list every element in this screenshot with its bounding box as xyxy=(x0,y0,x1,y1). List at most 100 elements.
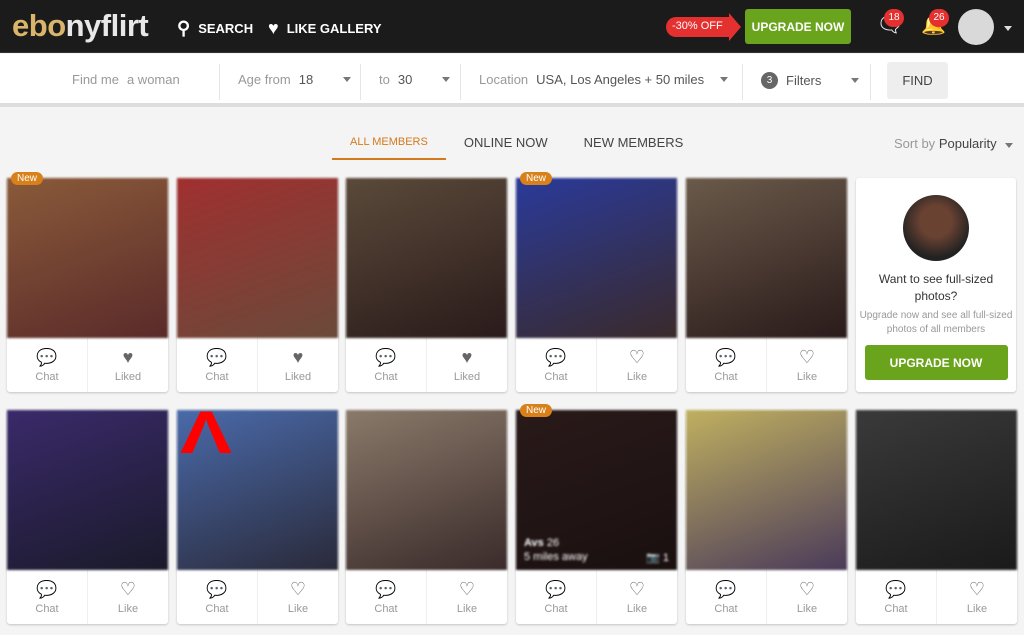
member-photo[interactable] xyxy=(516,178,677,338)
heart-icon: ♥ xyxy=(122,347,134,367)
heart-icon: ♡ xyxy=(628,579,646,599)
like-button[interactable]: ♥ Liked xyxy=(257,338,338,392)
heart-icon: ♡ xyxy=(628,347,646,367)
chat-icon: 💬 xyxy=(375,347,397,367)
new-badge: New xyxy=(11,172,44,185)
upgrade-promo: Want to see full-sized photos? Upgrade n… xyxy=(856,178,1016,392)
chat-button[interactable]: 💬 Chat xyxy=(177,338,257,392)
member-tabs: ALL MEMBERS ONLINE NOW NEW MEMBERS xyxy=(332,135,701,160)
messages-badge: 18 xyxy=(884,9,904,27)
chat-button[interactable]: 💬 Chat xyxy=(7,570,87,624)
top-bar: ebonyflirt ⚲ SEARCH ♥ LIKE GALLERY -30% OF… xyxy=(0,0,1024,53)
chat-button[interactable]: 💬 Chat xyxy=(516,570,596,624)
member-photo[interactable] xyxy=(856,410,1017,570)
chevron-down-icon[interactable] xyxy=(1004,26,1012,31)
nav-search[interactable]: ⚲ SEARCH xyxy=(177,18,253,39)
filters-select[interactable]: 3 Filters xyxy=(761,72,860,89)
like-button[interactable]: ♡ Like xyxy=(87,570,168,624)
like-button[interactable]: ♡ Like xyxy=(596,570,677,624)
like-button[interactable]: ♡ Like xyxy=(936,570,1017,624)
search-icon: ⚲ xyxy=(177,18,191,38)
upgrade-button[interactable]: UPGRADE NOW xyxy=(745,9,851,44)
chevron-down-icon xyxy=(1004,143,1013,148)
filter-bar: Find me a woman Age from 18 to 30 Location U… xyxy=(0,54,1024,107)
find-button[interactable]: FIND xyxy=(887,62,948,99)
member-card[interactable]: 💬 Chat ♡ Like xyxy=(346,410,507,624)
photo-count: 📷 1 xyxy=(646,552,669,564)
chat-icon: 💬 xyxy=(206,579,228,599)
location-select[interactable]: Location USA, Los Angeles + 50 miles xyxy=(479,72,729,87)
promo-photo xyxy=(903,195,969,261)
find-me-select[interactable]: Find me a woman xyxy=(72,72,180,87)
heart-icon: ♡ xyxy=(968,579,986,599)
promo-heading: Want to see full-sized photos? xyxy=(878,272,994,303)
age-from-select[interactable]: Age from 18 xyxy=(238,72,352,87)
chat-icon: 💬 xyxy=(36,347,58,367)
notifications-badge: 26 xyxy=(929,9,949,27)
tab-new-members[interactable]: NEW MEMBERS xyxy=(566,135,702,160)
member-photo[interactable] xyxy=(346,410,507,570)
chevron-down-icon xyxy=(851,78,860,83)
member-photo[interactable] xyxy=(7,178,168,338)
new-badge: New xyxy=(520,172,553,185)
member-photo[interactable] xyxy=(7,410,168,570)
member-card[interactable]: New 💬 Chat ♡ Like xyxy=(516,172,677,392)
nav-like-gallery[interactable]: ♥ LIKE GALLERY xyxy=(268,18,382,39)
chat-icon: 💬 xyxy=(545,579,567,599)
chevron-down-icon xyxy=(720,77,729,82)
heart-icon: ♥ xyxy=(268,18,279,38)
heart-icon: ♥ xyxy=(461,347,473,367)
promo-upgrade-button[interactable]: UPGRADE NOW xyxy=(864,345,1008,380)
member-photo[interactable] xyxy=(686,410,847,570)
chevron-down-icon xyxy=(442,77,451,82)
tab-all-members[interactable]: ALL MEMBERS xyxy=(332,135,446,160)
member-card[interactable]: New Avs 26 5 miles away 📷 1 💬 Chat ♡ Like xyxy=(516,404,677,624)
member-card[interactable]: 💬 Chat ♥ Liked xyxy=(177,178,338,392)
heart-icon: ♡ xyxy=(119,579,137,599)
chat-icon: 💬 xyxy=(885,579,907,599)
member-info: Avs 26 5 miles away xyxy=(524,537,588,563)
chat-button[interactable]: 💬 Chat xyxy=(346,338,426,392)
chat-icon: 💬 xyxy=(206,347,228,367)
chat-icon: 💬 xyxy=(36,579,58,599)
annotation-arrow: Λ xyxy=(179,399,233,466)
member-photo[interactable]: Avs 26 5 miles away 📷 1 xyxy=(516,410,677,570)
chat-button[interactable]: 💬 Chat xyxy=(686,338,766,392)
like-button[interactable]: ♡ Like xyxy=(766,570,847,624)
chat-icon: 💬 xyxy=(375,579,397,599)
like-button[interactable]: ♥ Liked xyxy=(426,338,507,392)
logo[interactable]: ebonyflirt xyxy=(12,8,149,44)
chat-button[interactable]: 💬 Chat xyxy=(516,338,596,392)
age-to-select[interactable]: to 30 xyxy=(379,72,451,87)
chat-button[interactable]: 💬 Chat xyxy=(177,570,257,624)
chat-button[interactable]: 💬 Chat xyxy=(686,570,766,624)
member-card[interactable]: 💬 Chat ♡ Like xyxy=(686,410,847,624)
camera-icon: 📷 xyxy=(646,552,660,564)
chat-button[interactable]: 💬 Chat xyxy=(346,570,426,624)
like-button[interactable]: ♡ Like xyxy=(257,570,338,624)
heart-icon: ♥ xyxy=(292,347,304,367)
like-button[interactable]: ♥ Liked xyxy=(87,338,168,392)
sort-select[interactable]: Sort by Popularity xyxy=(894,136,1013,151)
like-button[interactable]: ♡ Like xyxy=(766,338,847,392)
chat-icon: 💬 xyxy=(545,347,567,367)
member-photo[interactable] xyxy=(177,178,338,338)
member-card[interactable]: New 💬 Chat ♥ Liked xyxy=(7,172,168,392)
heart-icon: ♡ xyxy=(798,347,816,367)
member-card[interactable]: 💬 Chat ♡ Like xyxy=(856,410,1017,624)
like-button[interactable]: ♡ Like xyxy=(596,338,677,392)
chat-icon: 💬 xyxy=(715,347,737,367)
heart-icon: ♡ xyxy=(289,579,307,599)
member-card[interactable]: 💬 Chat ♡ Like xyxy=(686,178,847,392)
member-photo[interactable] xyxy=(346,178,507,338)
chat-button[interactable]: 💬 Chat xyxy=(7,338,87,392)
chevron-down-icon xyxy=(343,77,352,82)
like-button[interactable]: ♡ Like xyxy=(426,570,507,624)
avatar[interactable] xyxy=(958,9,994,45)
chat-button[interactable]: 💬 Chat xyxy=(856,570,936,624)
chat-icon: 💬 xyxy=(715,579,737,599)
member-card[interactable]: 💬 Chat ♥ Liked xyxy=(346,178,507,392)
tab-online-now[interactable]: ONLINE NOW xyxy=(446,135,566,160)
member-photo[interactable] xyxy=(686,178,847,338)
member-card[interactable]: 💬 Chat ♡ Like xyxy=(7,410,168,624)
